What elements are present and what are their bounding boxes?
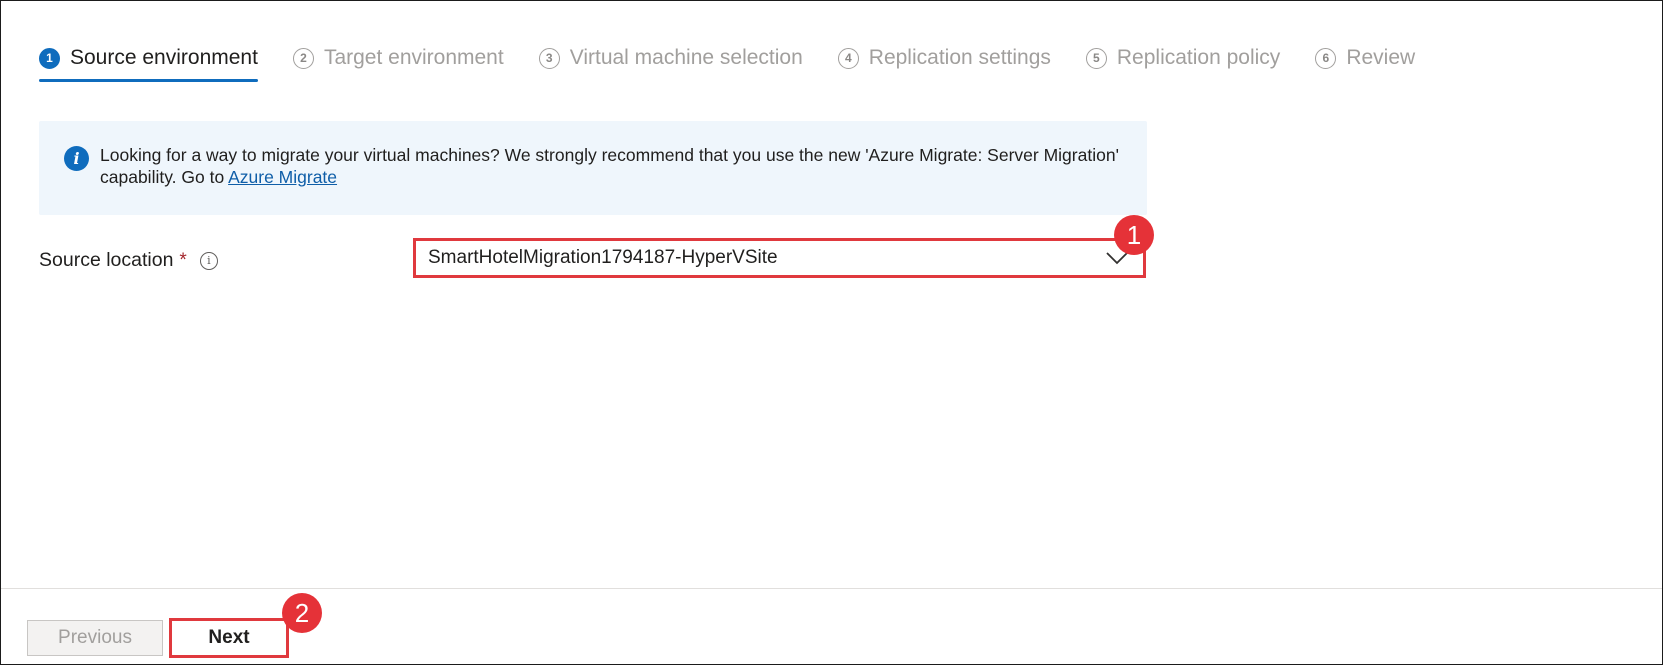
callout-badge-1: 1 xyxy=(1114,215,1154,255)
step-number-3: 3 xyxy=(538,47,560,69)
azure-migrate-link[interactable]: Azure Migrate xyxy=(228,167,337,187)
next-button[interactable]: Next xyxy=(169,618,289,658)
tab-target-environment[interactable]: 2 Target environment xyxy=(292,46,504,82)
step-label: Source environment xyxy=(70,46,258,69)
info-banner: i Looking for a way to migrate your virt… xyxy=(39,121,1147,215)
tab-virtual-machine-selection[interactable]: 3 Virtual machine selection xyxy=(538,46,803,82)
window-frame xyxy=(0,0,1663,665)
step-number-1: 1 xyxy=(39,47,60,69)
tab-source-environment[interactable]: 1 Source environment xyxy=(39,46,258,82)
required-marker: * xyxy=(179,249,187,271)
wizard-steps: 1 Source environment 2 Target environmen… xyxy=(39,46,1450,82)
info-tooltip-icon[interactable]: i xyxy=(199,251,218,270)
step-number-5: 5 xyxy=(1085,47,1107,69)
source-location-label: Source location * i xyxy=(39,249,218,272)
step-number-2: 2 xyxy=(292,47,314,69)
step-label: Replication settings xyxy=(868,46,1051,69)
tab-replication-settings[interactable]: 4 Replication settings xyxy=(837,46,1051,82)
step-label: Replication policy xyxy=(1116,46,1281,69)
step-label: Virtual machine selection xyxy=(569,46,803,69)
tab-replication-policy[interactable]: 5 Replication policy xyxy=(1085,46,1281,82)
callout-badge-2: 2 xyxy=(282,593,322,633)
source-location-dropdown[interactable]: SmartHotelMigration1794187-HyperVSite xyxy=(413,238,1146,278)
field-label-text: Source location xyxy=(39,249,174,271)
previous-button[interactable]: Previous xyxy=(27,620,163,656)
dropdown-selected-value: SmartHotelMigration1794187-HyperVSite xyxy=(428,247,778,268)
step-number-6: 6 xyxy=(1315,47,1337,69)
tab-review[interactable]: 6 Review xyxy=(1315,46,1415,82)
footer-divider xyxy=(1,588,1662,589)
info-icon: i xyxy=(64,146,89,171)
step-label: Review xyxy=(1346,46,1416,69)
step-number-4: 4 xyxy=(837,47,859,69)
step-label: Target environment xyxy=(323,46,504,69)
info-message: Looking for a way to migrate your virtua… xyxy=(100,144,1120,188)
